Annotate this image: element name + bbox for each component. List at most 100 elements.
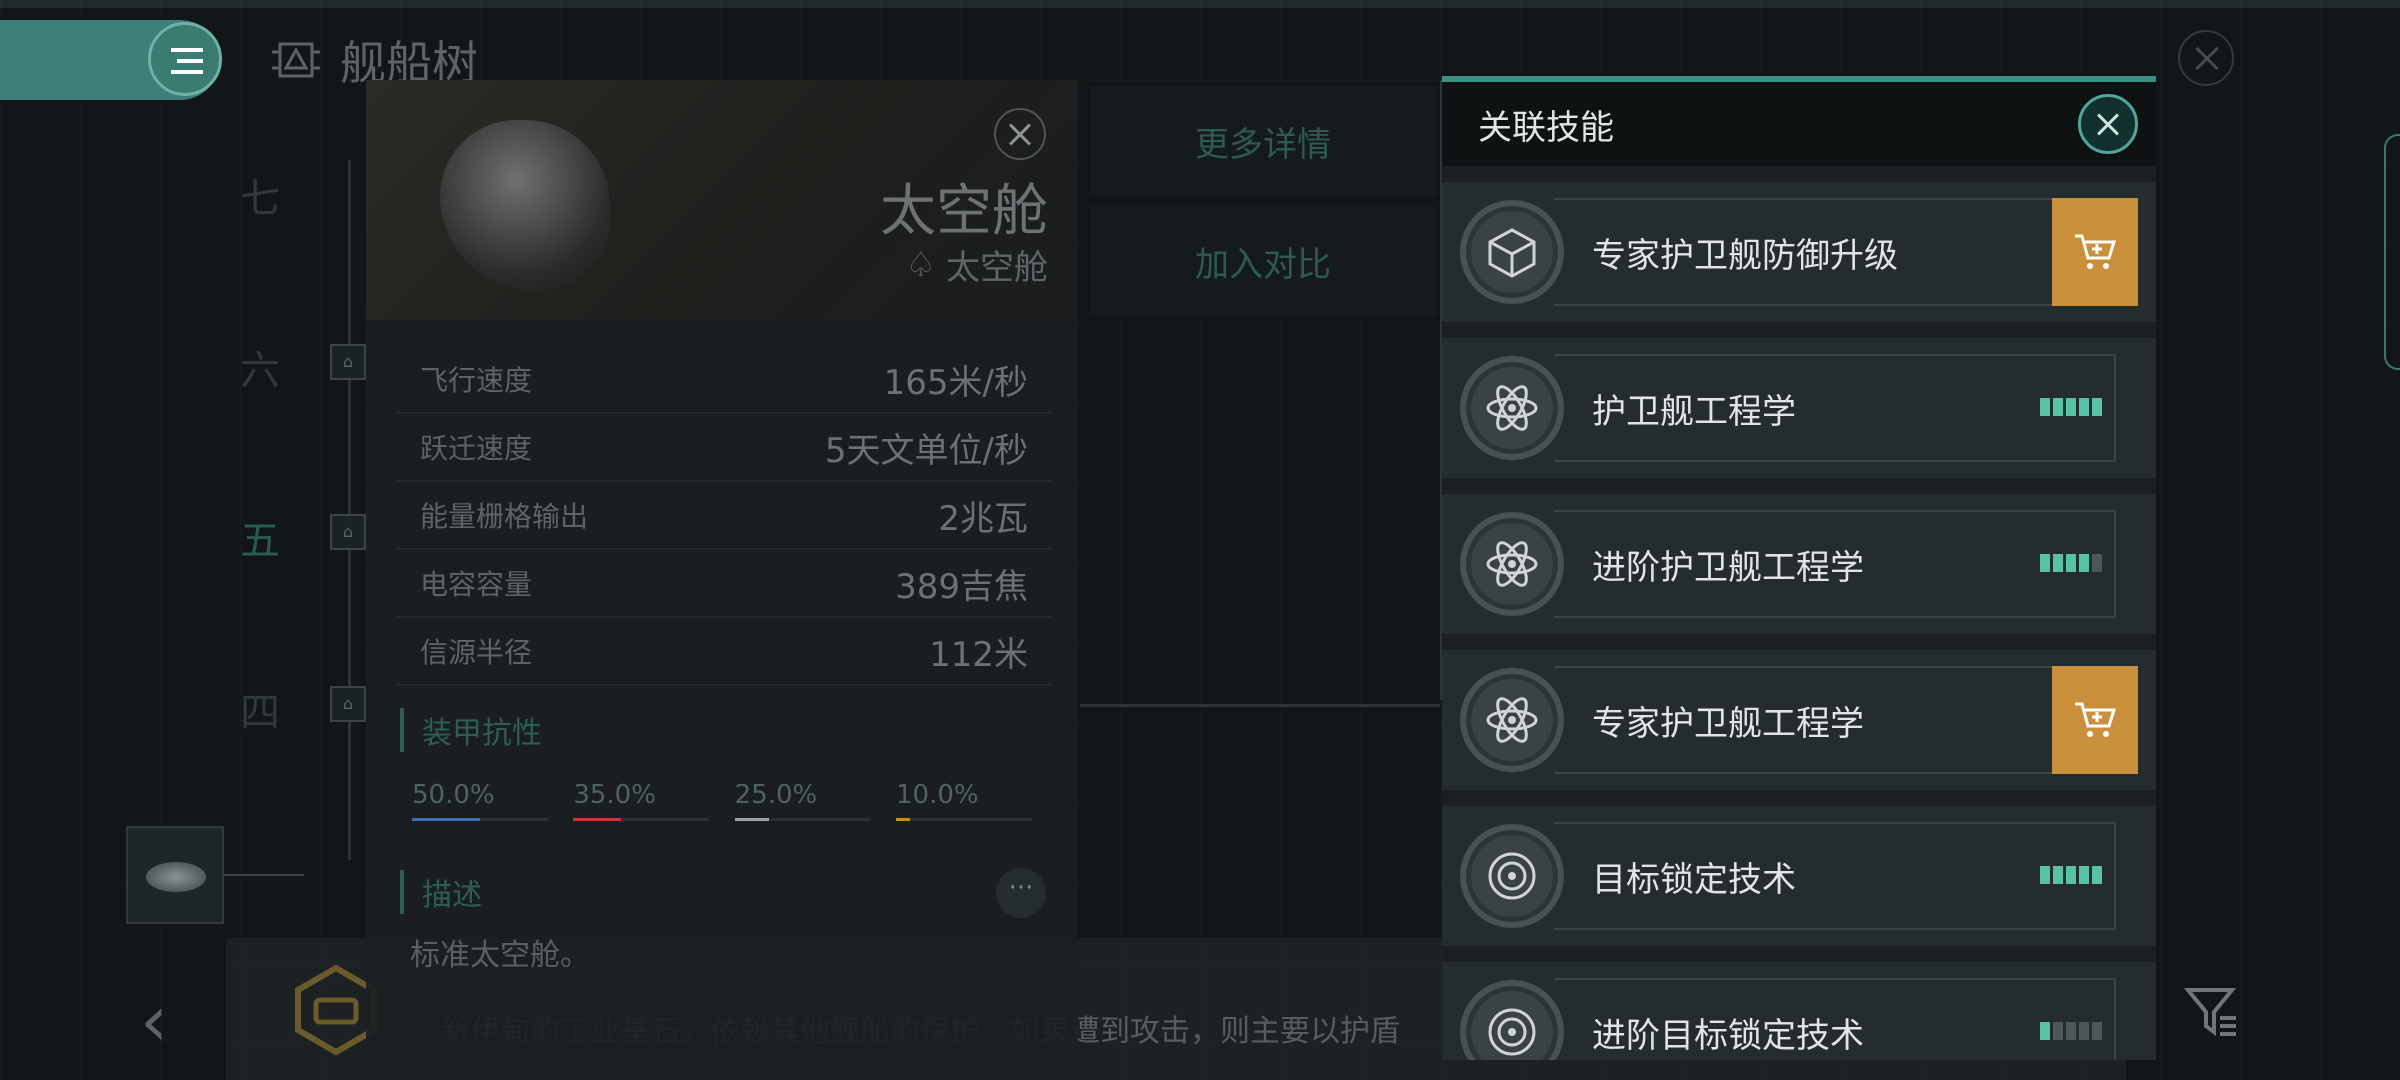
close-skills-button[interactable] [2078,94,2138,154]
skill-level-indicator [2040,554,2102,572]
cube-icon [1460,200,1564,304]
skill-item[interactable]: 护卫舰工程学 [1442,338,2156,478]
level-pip [2053,866,2063,884]
cart-icon [2075,234,2117,269]
tier-node[interactable]: ⌂ [330,344,366,380]
skill-level-indicator [2040,1022,2102,1040]
back-button[interactable]: ‹ [140,980,168,1062]
ship-name: 太空舱 [880,179,1048,244]
level-pip [2092,554,2102,572]
level-pip [2040,554,2050,572]
level-pip [2040,866,2050,884]
stat-label: 信源半径 [420,636,533,669]
stat-row: 能量栅格输出 2兆瓦 [396,482,1052,550]
resist-em: 50.0% [412,780,548,821]
menu-button[interactable] [148,22,222,96]
ship-node[interactable] [126,826,224,924]
level-pip [2066,1022,2076,1040]
related-skills-panel: 关联技能 专家护卫舰防御升级 护卫舰工程学进阶护卫舰工程学专家护卫舰工程学 目标锁定… [1442,76,2156,1060]
stat-value: 165米/秒 [883,362,1028,403]
stat-row: 跃迁速度 5天文单位/秒 [396,414,1052,482]
level-pip [2066,866,2076,884]
stat-label: 电容容量 [420,568,533,601]
skill-item[interactable]: 目标锁定技术 [1442,806,2156,946]
resist-bar [412,818,480,821]
tier-label: 四 [240,690,280,736]
buy-skill-button[interactable] [2052,198,2138,306]
skill-name: 护卫舰工程学 [1592,391,1796,432]
skill-name: 专家护卫舰工程学 [1592,703,1864,744]
target-icon [1460,824,1564,928]
stat-row: 飞行速度 165米/秒 [396,346,1052,414]
tier-node[interactable]: ⌂ [330,686,366,722]
resist-value: 25.0% [734,780,818,810]
tier-label: 七 [240,176,280,222]
skill-item[interactable]: 进阶护卫舰工程学 [1442,494,2156,634]
stat-label: 跃迁速度 [420,432,533,465]
add-compare-button[interactable]: 加入对比 [1090,206,1436,316]
tree-connector [224,874,304,876]
filter-icon[interactable] [2184,984,2240,1040]
resist-thermal: 35.0% [573,780,710,821]
more-details-button[interactable]: 更多详情 [1090,86,1436,196]
level-pip [2092,1022,2102,1040]
skill-level-indicator [2040,398,2102,416]
stats-table: 飞行速度 165米/秒 跃迁速度 5天文单位/秒 能量栅格输出 2兆瓦 电容容量 389… [396,346,1052,686]
level-pip [2040,398,2050,416]
stat-row: 电容容量 389吉焦 [396,550,1052,618]
ship-description: 标准太空舱。 [410,938,590,973]
stat-value: 112米 [929,634,1028,675]
target-icon [1460,980,1564,1060]
stat-value: 389吉焦 [895,566,1028,607]
skill-name: 目标锁定技术 [1592,859,1796,900]
level-pip [2079,554,2089,572]
stat-label: 飞行速度 [420,364,533,397]
more-button[interactable]: ··· [996,868,1046,918]
ship-class: ♤ 太空舱 [906,240,1048,289]
resist-kinetic: 25.0% [734,780,871,821]
tree-line [348,160,351,860]
level-pip [2053,1022,2063,1040]
tier-label: 五 [240,518,280,564]
buy-skill-button[interactable] [2052,666,2138,774]
stat-value: 5天文单位/秒 [824,430,1028,471]
skill-name: 进阶目标锁定技术 [1592,1015,1864,1056]
close-page-button[interactable] [2178,30,2234,86]
resist-bar [573,818,621,821]
tier-node[interactable]: ⌂ [330,514,366,550]
level-pip [2079,866,2089,884]
level-pip [2040,1022,2050,1040]
skill-item[interactable]: 专家护卫舰工程学 [1442,650,2156,790]
stat-value: 2兆瓦 [938,498,1028,539]
level-pip [2066,554,2076,572]
side-handle[interactable] [2384,134,2400,370]
stat-label: 能量栅格输出 [420,500,589,533]
level-pip [2066,398,2076,416]
skills-header: 关联技能 [1442,82,2156,166]
level-pip [2079,1022,2089,1040]
skill-item[interactable]: 专家护卫舰防御升级 [1442,182,2156,322]
close-card-button[interactable] [994,108,1046,160]
armor-section-title: 装甲抗性 [400,708,542,752]
level-pip [2053,398,2063,416]
menu-icon [171,48,203,74]
skill-item[interactable]: 进阶目标锁定技术 [1442,962,2156,1060]
resist-bar [734,818,769,821]
resist-explosive: 10.0% [895,780,1032,821]
level-pip [2053,554,2063,572]
atom-icon [1460,668,1564,772]
resist-value: 50.0% [412,780,495,810]
cart-icon [2075,702,2117,737]
level-pip [2079,398,2089,416]
level-pip [2092,398,2102,416]
level-pip [2092,866,2102,884]
resist-list: 50.0% 35.0% 25.0% 10.0% [412,780,1032,821]
tier-label: 六 [240,348,280,394]
atom-icon [1460,356,1564,460]
resist-value: 35.0% [573,780,656,810]
ship-class-text: 太空舱 [946,248,1048,288]
resist-bar [895,818,910,821]
skill-name: 专家护卫舰防御升级 [1592,235,1898,276]
atom-icon [1460,512,1564,616]
skill-list: 专家护卫舰防御升级 护卫舰工程学进阶护卫舰工程学专家护卫舰工程学 目标锁定技术进阶目… [1442,182,2156,1060]
